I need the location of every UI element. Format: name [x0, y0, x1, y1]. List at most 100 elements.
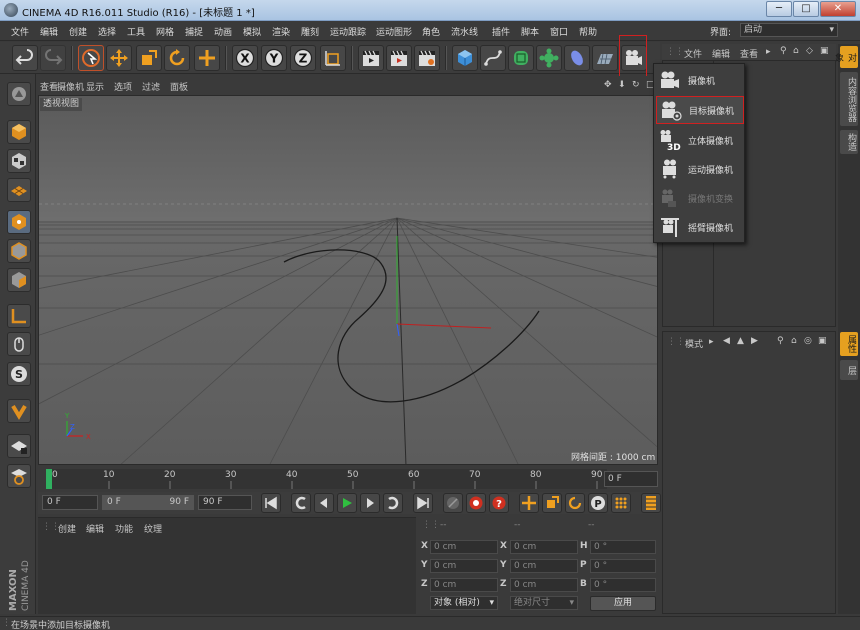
view-options-icon[interactable]: ◇: [806, 46, 813, 56]
target-icon[interactable]: ◎: [804, 336, 812, 346]
material-menu-texture[interactable]: 纹理: [144, 522, 162, 535]
menu-item-motion-camera[interactable]: 运动摄像机: [656, 155, 744, 183]
next-frame-button[interactable]: [360, 493, 380, 513]
up-arrow-icon[interactable]: ▲: [737, 336, 744, 346]
menu-script[interactable]: 脚本: [521, 25, 539, 38]
go-to-end-button[interactable]: [413, 493, 433, 513]
deformer-button[interactable]: [564, 45, 590, 71]
home-icon[interactable]: ⌂: [793, 46, 799, 56]
cloner-button[interactable]: [536, 45, 562, 71]
magnet-button[interactable]: [7, 399, 31, 423]
menu-help[interactable]: 帮助: [579, 25, 597, 38]
material-menu-edit[interactable]: 编辑: [86, 522, 104, 535]
edges-mode-button[interactable]: [7, 239, 31, 263]
object-menu-view[interactable]: 查看: [740, 47, 758, 60]
perspective-viewport[interactable]: Y X Z: [38, 95, 658, 465]
menu-item-stereo-camera[interactable]: 3D 立体摄像机: [656, 126, 744, 154]
lock-workplane-button[interactable]: [7, 434, 31, 458]
render-view-button[interactable]: [358, 45, 384, 71]
render-settings-button[interactable]: [414, 45, 440, 71]
menu-simulate[interactable]: 模拟: [243, 25, 261, 38]
object-menu-edit[interactable]: 编辑: [712, 47, 730, 60]
size-x-field[interactable]: 0 cm: [510, 540, 578, 554]
position-x-field[interactable]: 0 cm: [430, 540, 498, 554]
viewport-move-icon[interactable]: ✥: [604, 80, 612, 90]
tweak-mode-button[interactable]: [7, 332, 31, 356]
go-to-start-button[interactable]: [261, 493, 281, 513]
frame-range-slider[interactable]: 0 F 90 F: [102, 495, 194, 510]
lock-icon[interactable]: ⌂: [791, 336, 797, 346]
menu-item-camera-crane[interactable]: 摇臂摄像机: [656, 213, 744, 241]
cube-primitive-button[interactable]: [452, 45, 478, 71]
render-picture-viewer-button[interactable]: [386, 45, 412, 71]
material-menu-create[interactable]: 创建: [58, 522, 76, 535]
live-selection-button[interactable]: [78, 45, 104, 71]
rotation-key-button[interactable]: [565, 493, 585, 513]
viewport-rotate-icon[interactable]: ↻: [632, 80, 640, 90]
timeline-ruler[interactable]: 0 10 20 30 40 50 60 70 80 90: [38, 467, 658, 491]
end-frame-field[interactable]: 90 F: [198, 495, 252, 510]
menu-file[interactable]: 文件: [11, 25, 29, 38]
undo-button[interactable]: [12, 45, 38, 71]
tab-content-browser[interactable]: 内容浏览器: [840, 72, 858, 126]
viewport-menu-view[interactable]: 查看: [40, 80, 58, 93]
rotation-p-field[interactable]: 0 °: [590, 559, 656, 573]
menu-create[interactable]: 创建: [69, 25, 87, 38]
expand-panel-icon[interactable]: ▣: [818, 336, 827, 346]
record-active-button[interactable]: [443, 493, 463, 513]
size-y-field[interactable]: 0 cm: [510, 559, 578, 573]
menu-item-camera[interactable]: 摄像机: [656, 66, 744, 94]
timeline-window-button[interactable]: [641, 493, 661, 513]
x-axis-lock-button[interactable]: X: [232, 45, 258, 71]
menu-sculpt[interactable]: 雕刻: [301, 25, 319, 38]
menu-motion-tracking[interactable]: 运动跟踪: [330, 25, 366, 38]
position-z-field[interactable]: 0 cm: [430, 578, 498, 592]
auto-key-button[interactable]: [466, 493, 486, 513]
position-key-button[interactable]: [519, 493, 539, 513]
play-button[interactable]: [337, 493, 357, 513]
current-frame-field[interactable]: 0 F: [604, 471, 658, 487]
layout-select[interactable]: 启动 ▾: [740, 23, 838, 37]
viewport-menu-filter[interactable]: 过滤: [142, 80, 160, 93]
rotation-b-field[interactable]: 0 °: [590, 578, 656, 592]
search-icon[interactable]: ⚲: [780, 46, 787, 56]
y-axis-lock-button[interactable]: Y: [261, 45, 287, 71]
restore-button[interactable]: □: [793, 1, 819, 17]
menu-mograph[interactable]: 运动图形: [376, 25, 412, 38]
menu-animate[interactable]: 动画: [214, 25, 232, 38]
viewport-menu-display[interactable]: 显示: [86, 80, 104, 93]
size-z-field[interactable]: 0 cm: [510, 578, 578, 592]
viewport-zoom-icon[interactable]: ⬇: [618, 80, 626, 90]
attribute-menu-mode[interactable]: 模式: [685, 337, 703, 350]
viewport-menu-options[interactable]: 选项: [114, 80, 132, 93]
minimize-button[interactable]: ─: [766, 1, 792, 17]
keyframe-selection-button[interactable]: ?: [489, 493, 509, 513]
forward-arrow-icon[interactable]: ▶: [751, 336, 758, 346]
tab-objects[interactable]: 对象: [833, 46, 858, 68]
previous-frame-button[interactable]: [314, 493, 334, 513]
point-level-key-button[interactable]: [611, 493, 631, 513]
material-menu-function[interactable]: 功能: [115, 522, 133, 535]
menu-tools[interactable]: 工具: [127, 25, 145, 38]
close-button[interactable]: ✕: [820, 1, 856, 17]
transform-tool-button[interactable]: [194, 45, 220, 71]
search-icon[interactable]: ⚲: [777, 336, 784, 346]
coordinate-system-button[interactable]: [320, 45, 346, 71]
redo-button[interactable]: [40, 45, 66, 71]
scale-tool-button[interactable]: [136, 45, 162, 71]
apply-button[interactable]: 应用: [590, 596, 656, 611]
tab-attributes[interactable]: 属性: [840, 332, 858, 356]
expand-panel-icon[interactable]: ▣: [820, 46, 829, 56]
axis-mode-button[interactable]: [7, 304, 31, 328]
rotation-h-field[interactable]: 0 °: [590, 540, 656, 554]
move-tool-button[interactable]: [106, 45, 132, 71]
make-editable-button[interactable]: [7, 82, 31, 106]
position-y-field[interactable]: 0 cm: [430, 559, 498, 573]
points-mode-button[interactable]: [7, 210, 31, 234]
menu-snap[interactable]: 捕捉: [185, 25, 203, 38]
scale-key-button[interactable]: [542, 493, 562, 513]
back-arrow-icon[interactable]: ◀: [723, 336, 730, 346]
rotate-tool-button[interactable]: [164, 45, 190, 71]
z-axis-lock-button[interactable]: Z: [290, 45, 316, 71]
next-key-button[interactable]: [383, 493, 403, 513]
